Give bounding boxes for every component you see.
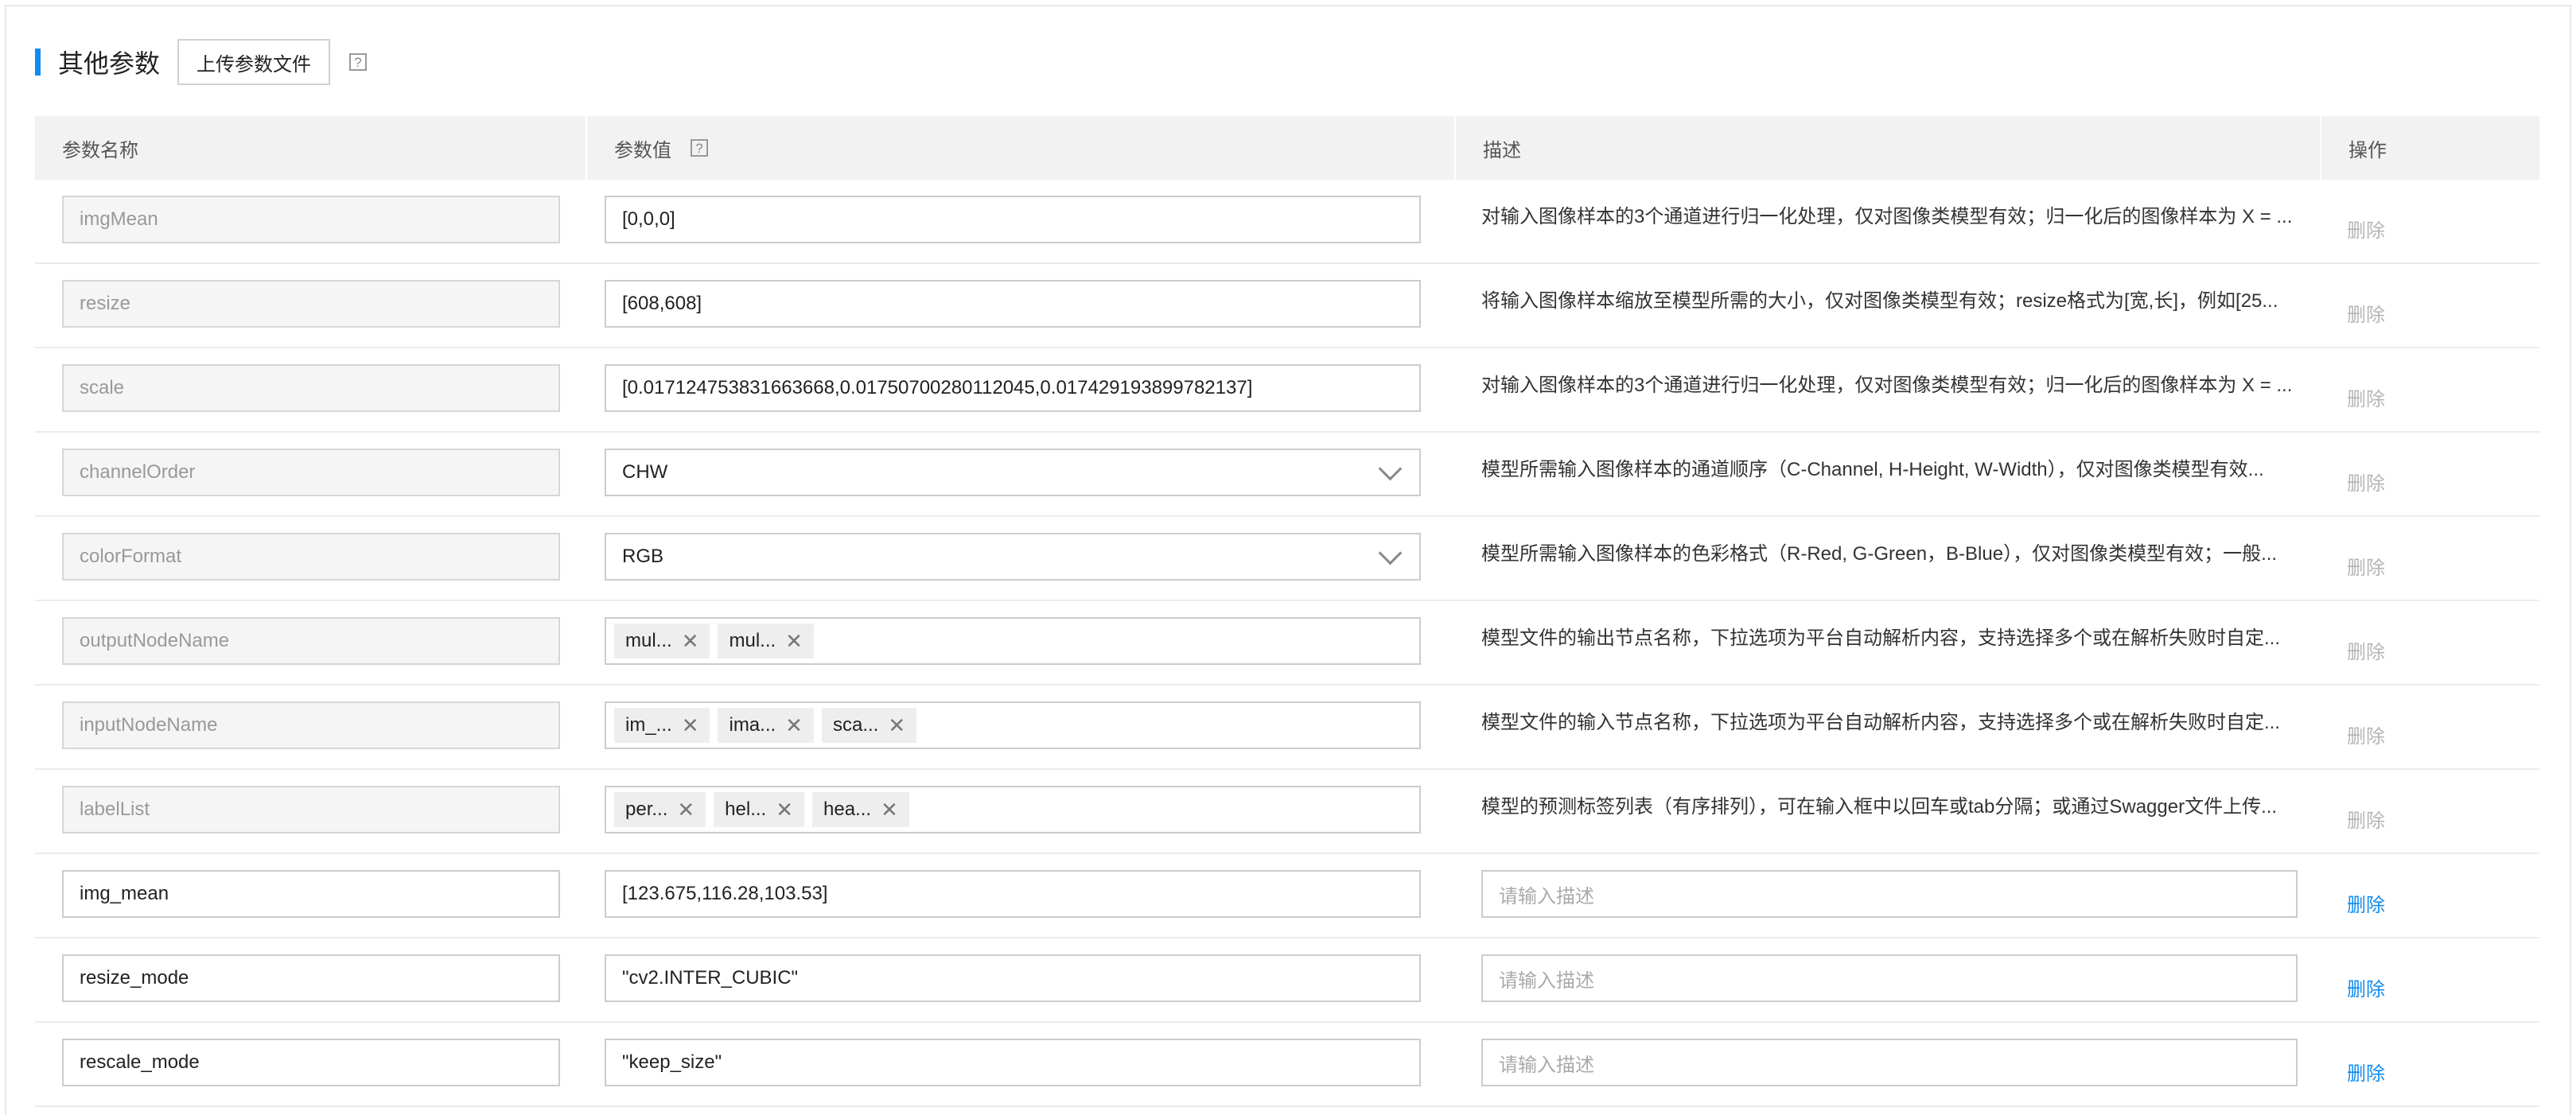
chevron-down-icon [1378, 541, 1403, 565]
header-description-label: 描述 [1483, 139, 1521, 161]
close-icon[interactable]: ✕ [881, 798, 898, 822]
delete-link: 删除 [2347, 810, 2385, 832]
delete-link[interactable]: 删除 [2347, 956, 2385, 1001]
tag-label: hea... [823, 798, 872, 820]
param-value-input[interactable]: [0.017124753831663668,0.0175070028011204… [605, 364, 1421, 412]
delete-link: 删除 [2347, 389, 2385, 410]
section-header: 其他参数 上传参数文件 ? [35, 35, 368, 89]
close-icon[interactable]: ✕ [888, 713, 905, 738]
delete-link: 删除 [2347, 305, 2385, 326]
param-value-input[interactable]: "keep_size" [605, 1039, 1421, 1086]
description-input[interactable]: 请输入描述 [1481, 870, 2298, 918]
table-row: colorFormat RGB 模型所需输入图像样本的色彩格式（R-Red, G… [35, 517, 2539, 601]
header-param-name: 参数名称 [35, 116, 586, 180]
param-description: 模型所需输入图像样本的通道顺序（C-Channel, H-Height, W-W… [1481, 459, 2264, 480]
close-icon[interactable]: ✕ [677, 798, 695, 822]
table-row: labelList per... ✕ hel... ✕ hea... ✕ 模型的预测标… [35, 770, 2539, 854]
table-row: img_mean [123.675,116.28,103.53] 请输入描述 删… [35, 854, 2539, 938]
tag: ima... ✕ [718, 708, 814, 743]
param-name-field: outputNodeName [62, 617, 560, 665]
select-value: CHW [622, 461, 668, 483]
description-input[interactable]: 请输入描述 [1481, 1039, 2298, 1086]
tag: mul... ✕ [614, 624, 710, 659]
description-input[interactable]: 请输入描述 [1481, 954, 2298, 1002]
select-value: RGB [622, 546, 664, 567]
delete-link: 删除 [2347, 726, 2385, 748]
label-list-tag-input[interactable]: per... ✕ hel... ✕ hea... ✕ [605, 786, 1421, 833]
tag: per... ✕ [614, 792, 706, 827]
tag: hea... ✕ [812, 792, 909, 827]
delete-link: 删除 [2347, 220, 2385, 242]
param-name-field: inputNodeName [62, 701, 560, 749]
header-param-value: 参数值 ? [586, 116, 1454, 180]
table-row: outputNodeName mul... ✕ mul... ✕ 模型文件的输出节点… [35, 601, 2539, 686]
delete-link: 删除 [2347, 473, 2385, 495]
close-icon[interactable]: ✕ [682, 629, 699, 654]
header-operation: 操作 [2320, 116, 2539, 180]
param-value-input[interactable]: "cv2.INTER_CUBIC" [605, 954, 1421, 1002]
tag: hel... ✕ [714, 792, 804, 827]
delete-link: 删除 [2347, 558, 2385, 579]
param-description: 模型所需输入图像样本的色彩格式（R-Red, G-Green，B-Blue），仅… [1481, 543, 2278, 565]
close-icon[interactable]: ✕ [776, 798, 793, 822]
table-row: rescale_mode "keep_size" 请输入描述 删除 [35, 1023, 2539, 1107]
table-row: imgMean [0,0,0] 对输入图像样本的3个通道进行归一化处理，仅对图像… [35, 180, 2539, 264]
header-description: 描述 [1454, 116, 2320, 180]
param-name-field: resize [62, 280, 560, 328]
table-row: scale [0.017124753831663668,0.0175070028… [35, 348, 2539, 433]
header-param-name-label: 参数名称 [62, 139, 138, 161]
tag-label: mul... [625, 630, 672, 651]
param-description: 模型文件的输出节点名称，下拉选项为平台自动解析内容，支持选择多个或在解析失败时自… [1481, 627, 2281, 649]
param-name-input[interactable]: rescale_mode [62, 1039, 560, 1086]
input-node-tag-select[interactable]: im_... ✕ ima... ✕ sca... ✕ [605, 701, 1421, 749]
tag-label: per... [625, 798, 668, 820]
param-description: 模型文件的输入节点名称，下拉选项为平台自动解析内容，支持选择多个或在解析失败时自… [1481, 712, 2281, 733]
table-row: channelOrder CHW 模型所需输入图像样本的通道顺序（C-Chann… [35, 433, 2539, 517]
param-value-input[interactable]: [0,0,0] [605, 196, 1421, 243]
output-node-tag-select[interactable]: mul... ✕ mul... ✕ [605, 617, 1421, 665]
param-value-input[interactable]: [608,608] [605, 280, 1421, 328]
delete-link[interactable]: 删除 [2347, 1040, 2385, 1086]
param-name-field: imgMean [62, 196, 560, 243]
table-header: 参数名称 参数值 ? 描述 操作 [35, 116, 2539, 180]
close-icon[interactable]: ✕ [785, 713, 803, 738]
close-icon[interactable]: ✕ [682, 713, 699, 738]
section-title: 其他参数 [58, 49, 161, 78]
table-row: inputNodeName im_... ✕ ima... ✕ sca... ✕ 模型… [35, 686, 2539, 770]
tag: im_... ✕ [614, 708, 710, 743]
tag-label: im_... [625, 714, 672, 736]
header-param-value-label: 参数值 [614, 139, 671, 161]
color-format-select[interactable]: RGB [605, 533, 1421, 581]
param-name-field: channelOrder [62, 449, 560, 496]
params-table: 参数名称 参数值 ? 描述 操作 imgMean [0,0,0] 对输入图像样本… [35, 116, 2539, 1107]
tag: mul... ✕ [718, 624, 814, 659]
value-help-icon[interactable]: ? [691, 139, 708, 157]
title-accent-bar [35, 49, 41, 76]
tag-label: hel... [725, 798, 767, 820]
table-row: resize_mode "cv2.INTER_CUBIC" 请输入描述 删除 [35, 938, 2539, 1023]
param-name-field: labelList [62, 786, 560, 833]
channel-order-select[interactable]: CHW [605, 449, 1421, 496]
param-description: 将输入图像样本缩放至模型所需的大小，仅对图像类模型有效；resize格式为[宽,… [1481, 290, 2278, 312]
delete-link: 删除 [2347, 642, 2385, 663]
chevron-down-icon [1378, 456, 1403, 480]
param-name-field: scale [62, 364, 560, 412]
param-value-input[interactable]: [123.675,116.28,103.53] [605, 870, 1421, 918]
tag-label: ima... [729, 714, 776, 736]
tag: sca... ✕ [821, 708, 917, 743]
tag-label: sca... [832, 714, 879, 736]
delete-link[interactable]: 删除 [2347, 872, 2385, 917]
tag-label: mul... [729, 630, 776, 651]
param-name-field: colorFormat [62, 533, 560, 581]
param-name-input[interactable]: resize_mode [62, 954, 560, 1002]
param-name-input[interactable]: img_mean [62, 870, 560, 918]
param-description: 对输入图像样本的3个通道进行归一化处理，仅对图像类模型有效；归一化后的图像样本为… [1481, 206, 2293, 227]
param-description: 模型的预测标签列表（有序排列），可在输入框中以回车或tab分隔；或通过Swagg… [1481, 796, 2278, 818]
table-row: resize [608,608] 将输入图像样本缩放至模型所需的大小，仅对图像类… [35, 264, 2539, 348]
help-icon[interactable]: ? [349, 53, 368, 71]
param-description: 对输入图像样本的3个通道进行归一化处理，仅对图像类模型有效；归一化后的图像样本为… [1481, 375, 2293, 396]
upload-params-file-button[interactable]: 上传参数文件 [177, 39, 331, 85]
header-operation-label: 操作 [2348, 139, 2387, 161]
close-icon[interactable]: ✕ [785, 629, 803, 654]
